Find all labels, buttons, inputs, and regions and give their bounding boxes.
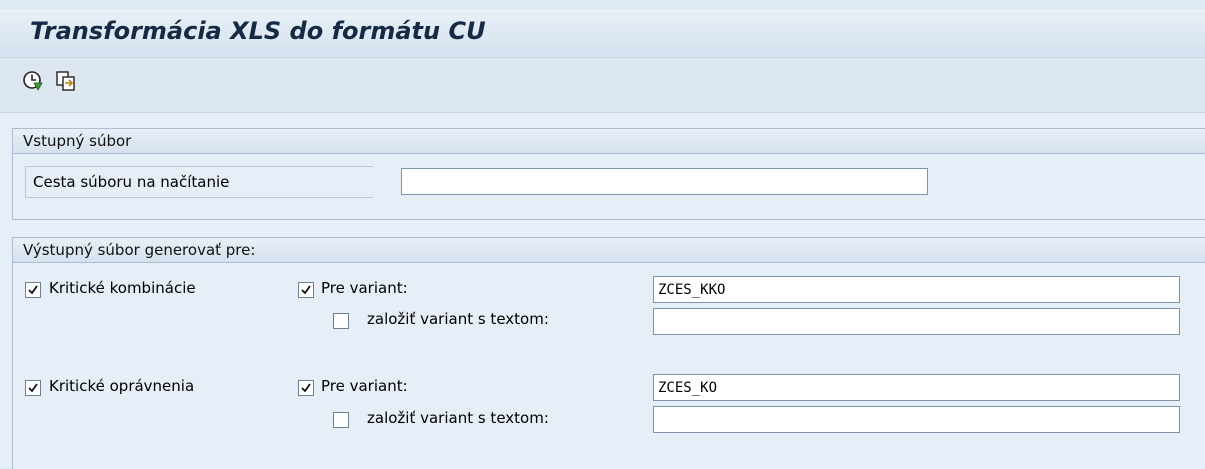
variant-input-combinations[interactable] bbox=[653, 276, 1180, 303]
variant-label-combinations: Pre variant: bbox=[321, 279, 408, 297]
create-variant-checkbox-authorizations[interactable] bbox=[333, 412, 349, 428]
checkmark-icon bbox=[28, 383, 38, 393]
application-toolbar bbox=[0, 58, 1205, 113]
output-file-group: Výstupný súbor generovať pre: Kritické k… bbox=[12, 237, 1205, 469]
create-variant-input-combinations[interactable] bbox=[653, 308, 1180, 335]
selection-screen: Vstupný súbor Cesta súboru na načítanie … bbox=[0, 113, 1205, 469]
variant-checkbox-combinations[interactable] bbox=[298, 282, 314, 298]
checkmark-icon bbox=[28, 285, 38, 295]
critical-authorizations-label: Kritické oprávnenia bbox=[49, 377, 195, 395]
input-file-group-title: Vstupný súbor bbox=[13, 129, 1205, 154]
create-variant-checkbox-combinations[interactable] bbox=[333, 313, 349, 329]
path-input[interactable] bbox=[401, 168, 928, 195]
critical-authorizations-checkbox[interactable] bbox=[25, 380, 41, 396]
page-title: Transformácia XLS do formátu CU bbox=[30, 17, 486, 45]
title-bar: Transformácia XLS do formátu CU bbox=[0, 9, 1205, 58]
output-file-group-title: Výstupný súbor generovať pre: bbox=[13, 238, 1205, 263]
variant-input-authorizations[interactable] bbox=[653, 374, 1180, 401]
execute-icon[interactable] bbox=[22, 70, 44, 92]
variant-checkbox-authorizations[interactable] bbox=[298, 380, 314, 396]
critical-combinations-label: Kritické kombinácie bbox=[49, 279, 196, 297]
checkmark-icon bbox=[301, 285, 311, 295]
input-file-group: Vstupný súbor Cesta súboru na načítanie bbox=[12, 128, 1205, 220]
get-variant-icon[interactable] bbox=[55, 70, 77, 92]
create-variant-label-authorizations: založiť variant s textom: bbox=[367, 409, 549, 427]
top-crumb bbox=[0, 0, 1205, 9]
checkmark-icon bbox=[301, 383, 311, 393]
critical-combinations-checkbox[interactable] bbox=[25, 282, 41, 298]
path-label: Cesta súboru na načítanie bbox=[25, 166, 373, 198]
create-variant-input-authorizations[interactable] bbox=[653, 406, 1180, 433]
variant-label-authorizations: Pre variant: bbox=[321, 377, 408, 395]
create-variant-label-combinations: založiť variant s textom: bbox=[367, 310, 549, 328]
